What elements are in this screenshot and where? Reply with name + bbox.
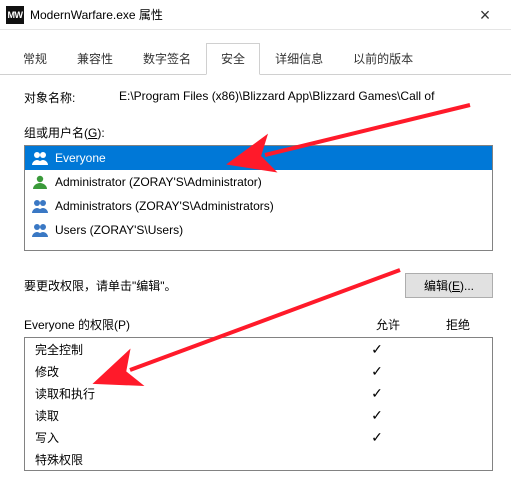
window-title: ModernWarfare.exe 属性	[30, 6, 465, 23]
tab-4[interactable]: 详细信息	[260, 43, 338, 75]
permission-row: 修改✓	[25, 360, 492, 382]
group-users-caption-hotkey: G	[88, 126, 97, 140]
permissions-table: 完全控制✓修改✓读取和执行✓读取✓写入✓特殊权限	[24, 337, 493, 471]
permission-row: 读取和执行✓	[25, 382, 492, 404]
user-list-item-label: Everyone	[55, 151, 106, 165]
user-list-item-label: Administrator (ZORAY'S\Administrator)	[55, 175, 262, 189]
user-list-item[interactable]: Everyone	[25, 146, 492, 170]
permission-allow: ✓	[342, 385, 412, 402]
permissions-caption-pre: Everyone 的权限(	[24, 318, 118, 332]
users-group-icon	[31, 221, 49, 239]
user-list-item-label: Users (ZORAY'S\Users)	[55, 223, 183, 237]
users-group-icon	[31, 149, 49, 167]
object-name-row: 对象名称: E:\Program Files (x86)\Blizzard Ap…	[24, 89, 493, 106]
titlebar: MW ModernWarfare.exe 属性 ×	[0, 0, 511, 30]
permission-row: 写入✓	[25, 426, 492, 448]
permission-row: 特殊权限	[25, 448, 492, 470]
group-users-listbox[interactable]: Everyone Administrator (ZORAY'S\Administr…	[24, 145, 493, 251]
permission-name: 读取和执行	[35, 385, 342, 402]
edit-permissions-hint: 要更改权限，请单击"编辑"。	[24, 277, 405, 294]
user-icon	[31, 173, 49, 191]
permissions-caption: Everyone 的权限(P)	[24, 316, 353, 333]
user-list-item[interactable]: Users (ZORAY'S\Users)	[25, 218, 492, 242]
tab-1[interactable]: 兼容性	[62, 43, 128, 75]
permissions-header-deny: 拒绝	[423, 316, 493, 333]
user-list-item-label: Administrators (ZORAY'S\Administrators)	[55, 199, 274, 213]
permission-row: 完全控制✓	[25, 338, 492, 360]
group-users-caption-post: ):	[97, 126, 104, 140]
permissions-header-allow: 允许	[353, 316, 423, 333]
app-icon: MW	[6, 6, 24, 24]
permissions-header-row: Everyone 的权限(P) 允许 拒绝	[24, 316, 493, 333]
object-name-value: E:\Program Files (x86)\Blizzard App\Bliz…	[119, 89, 493, 106]
tab-5[interactable]: 以前的版本	[338, 43, 428, 75]
permission-name: 修改	[35, 363, 342, 380]
permissions-caption-hotkey: P	[118, 318, 126, 332]
tab-3[interactable]: 安全	[206, 43, 260, 75]
user-list-item[interactable]: Administrators (ZORAY'S\Administrators)	[25, 194, 492, 218]
group-users-caption-pre: 组或用户名(	[24, 126, 88, 140]
tab-2[interactable]: 数字签名	[128, 43, 206, 75]
edit-permissions-row: 要更改权限，请单击"编辑"。 编辑(E)...	[24, 273, 493, 298]
tab-strip: 常规兼容性数字签名安全详细信息以前的版本	[0, 30, 511, 75]
permission-allow: ✓	[342, 407, 412, 424]
permission-name: 写入	[35, 429, 342, 446]
permission-name: 读取	[35, 407, 342, 424]
object-name-label: 对象名称:	[24, 89, 119, 106]
edit-button[interactable]: 编辑(E)...	[405, 273, 493, 298]
permission-name: 完全控制	[35, 341, 342, 358]
permissions-caption-post: )	[126, 318, 130, 332]
permission-allow: ✓	[342, 341, 412, 358]
permission-row: 读取✓	[25, 404, 492, 426]
permission-allow: ✓	[342, 363, 412, 380]
users-group-icon	[31, 197, 49, 215]
edit-button-post: )...	[460, 279, 474, 293]
edit-button-pre: 编辑(	[424, 277, 452, 294]
tab-0[interactable]: 常规	[8, 43, 62, 75]
edit-button-hotkey: E	[452, 279, 460, 293]
user-list-item[interactable]: Administrator (ZORAY'S\Administrator)	[25, 170, 492, 194]
permission-name: 特殊权限	[35, 451, 342, 468]
group-users-caption: 组或用户名(G):	[24, 124, 493, 141]
close-icon[interactable]: ×	[465, 0, 505, 30]
permission-allow: ✓	[342, 429, 412, 446]
